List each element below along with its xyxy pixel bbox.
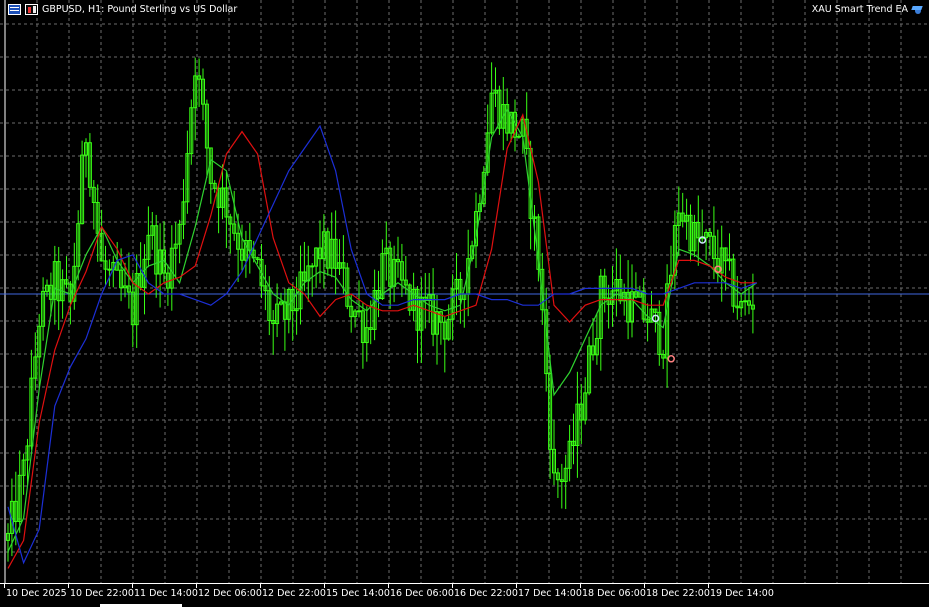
time-axis-label: 18 Dec 22:00 — [644, 584, 710, 599]
graduation-cap-icon — [911, 4, 925, 15]
time-axis-label: 12 Dec 22:00 — [260, 584, 326, 599]
symbol-label: GBPUSD, H1: Pound Sterling vs US Dollar — [42, 3, 238, 15]
chart-canvas[interactable] — [0, 0, 929, 584]
time-axis-label: 10 Dec 22:00 — [68, 584, 134, 599]
candle-body — [357, 310, 361, 313]
expert-advisor-indicator[interactable]: XAU Smart Trend EA — [812, 2, 925, 16]
candle-body — [516, 135, 521, 138]
time-axis-label: 16 Dec 06:00 — [388, 584, 454, 599]
time-axis-label: 11 Dec 14:00 — [132, 584, 198, 599]
sell-trade-marker-icon — [667, 355, 675, 363]
chart-header: GBPUSD, H1: Pound Sterling vs US Dollar — [8, 2, 237, 16]
candle-body — [743, 300, 748, 303]
candle-chart-icon[interactable] — [25, 3, 38, 15]
candle-body — [310, 265, 315, 268]
moving-average-slow — [7, 124, 758, 565]
time-axis-label: 16 Dec 22:00 — [452, 584, 518, 599]
moving-average-medium — [7, 112, 757, 569]
expert-label: XAU Smart Trend EA — [811, 3, 908, 15]
time-axis[interactable]: 10 Dec 2025 10 Dec 22:00 11 Dec 14:00 12 De… — [0, 584, 929, 607]
moving-average-fast — [7, 107, 758, 552]
candle-body — [107, 268, 112, 271]
time-axis-label: 18 Dec 06:00 — [580, 584, 646, 599]
list-icon[interactable] — [8, 3, 21, 15]
time-axis-label: 19 Dec 14:00 — [708, 584, 774, 599]
time-axis-label: 10 Dec 2025 — [4, 584, 67, 599]
time-axis-label: 12 Dec 06:00 — [196, 584, 262, 599]
time-axis-label: 15 Dec 14:00 — [324, 584, 390, 599]
time-axis-label: 17 Dec 14:00 — [516, 584, 582, 599]
price-chart[interactable]: GBPUSD, H1: Pound Sterling vs US Dollar … — [0, 0, 929, 584]
